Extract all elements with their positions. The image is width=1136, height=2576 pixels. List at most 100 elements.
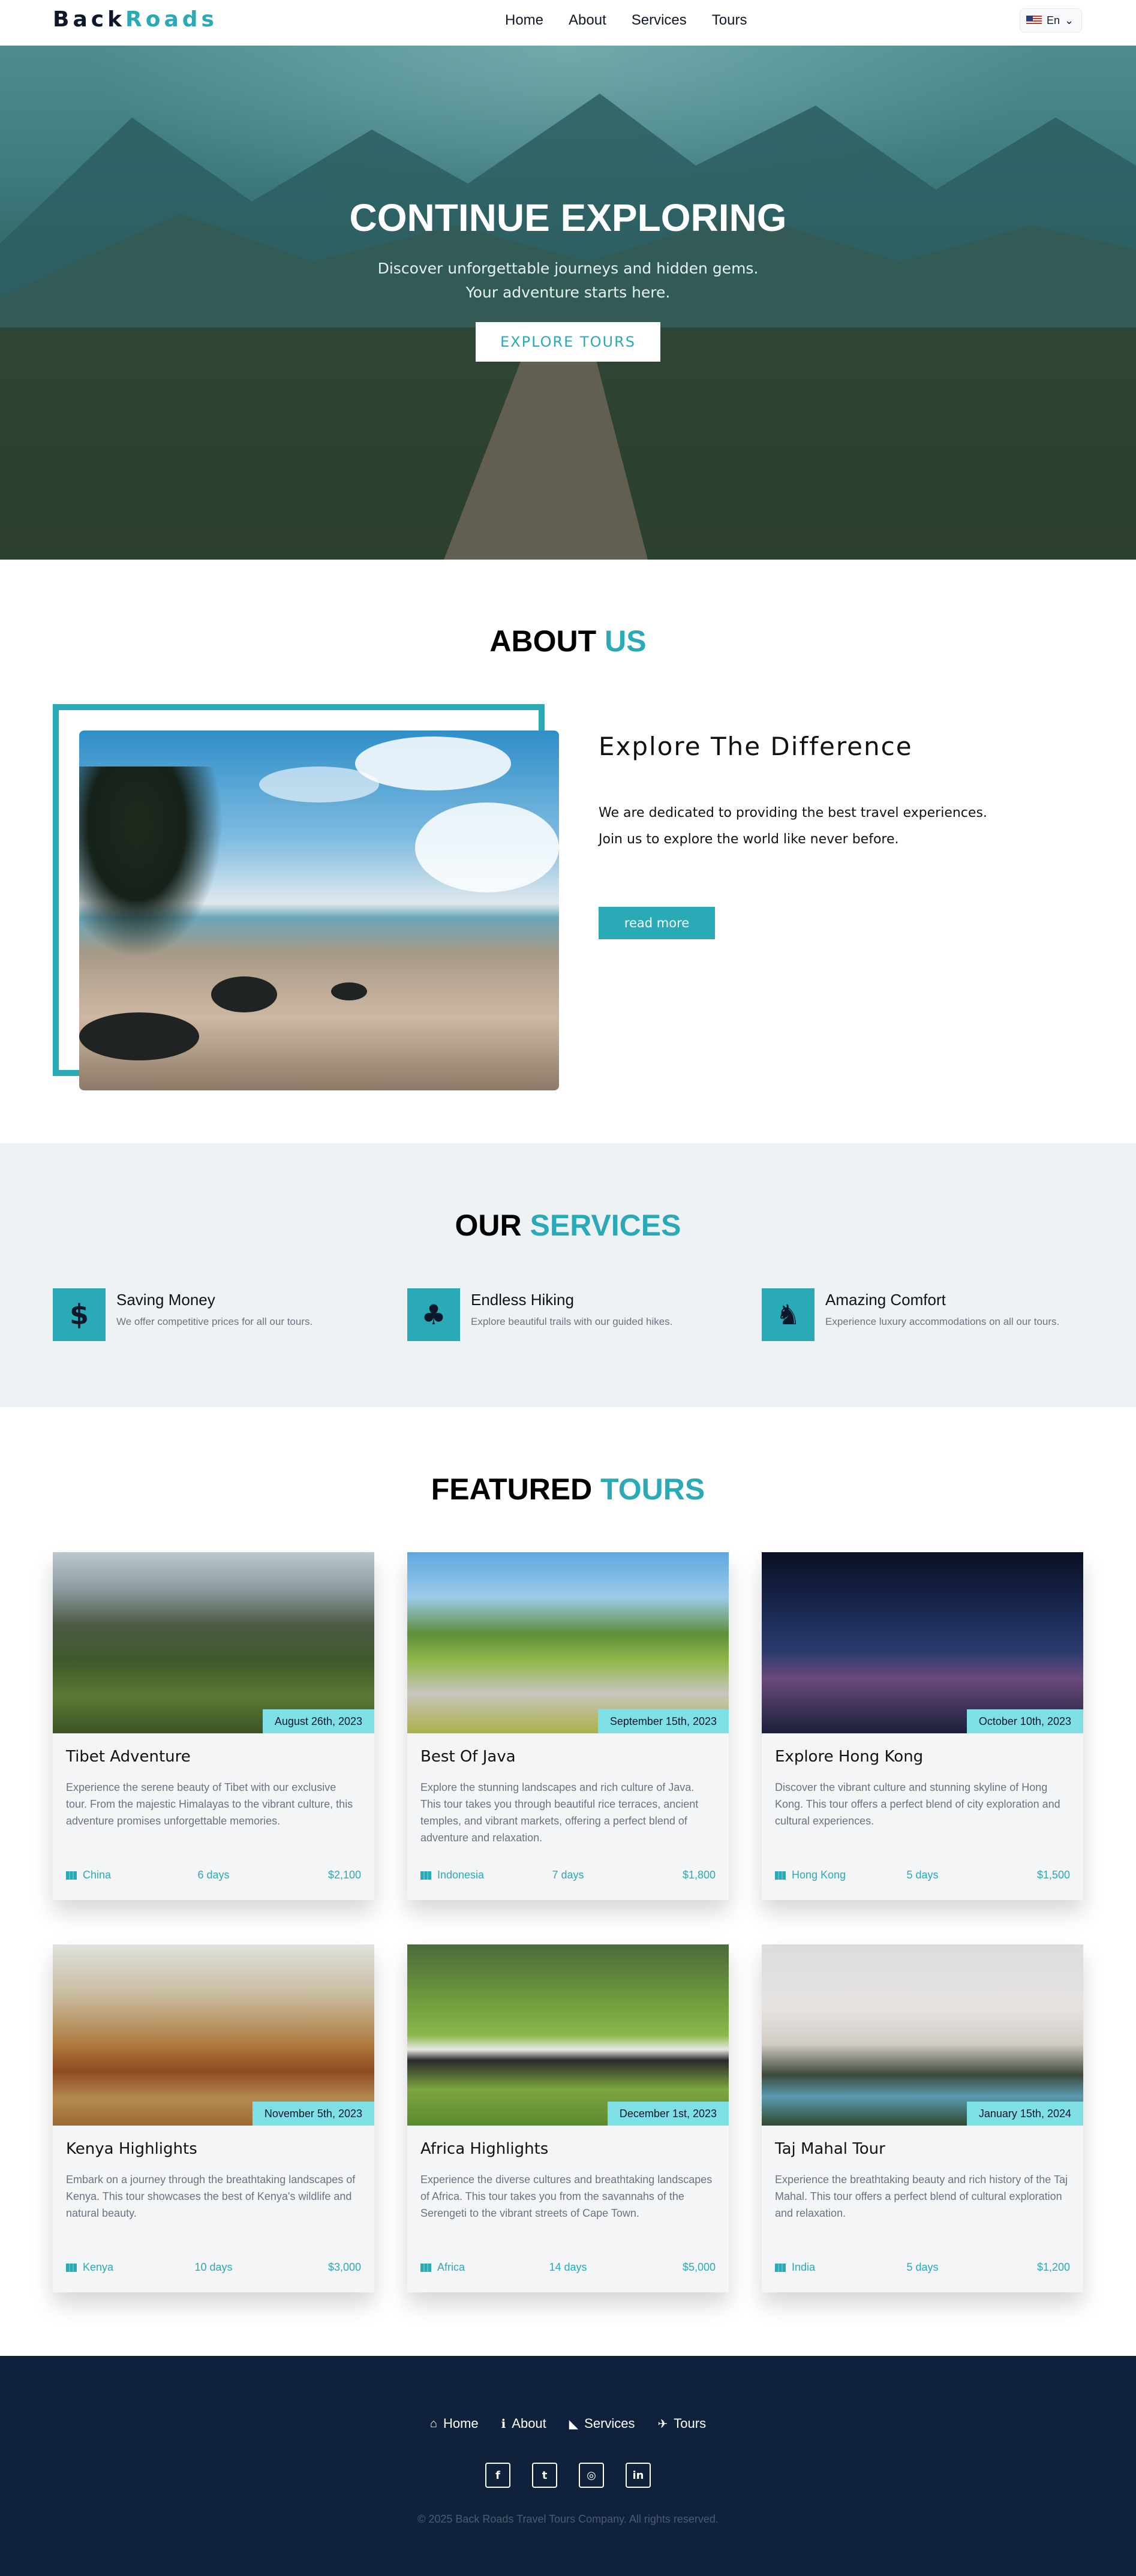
about-text-line-2: Join us to explore the world like never … <box>599 832 899 847</box>
nav-link-about[interactable]: About <box>569 12 606 29</box>
tour-title: Kenya Highlights <box>66 2140 197 2158</box>
service-text: Experience luxury accommodations on all … <box>825 1316 1060 1327</box>
hero-subtitle-line-2: Your adventure starts here. <box>465 284 671 301</box>
about-heading: Explore The Difference <box>599 732 913 761</box>
tour-description: Experience the serene beauty of Tibet wi… <box>66 1781 353 1827</box>
info-icon: ℹ <box>501 2417 506 2431</box>
tour-card[interactable]: January 15th, 2024 Taj Mahal Tour Experi… <box>762 1944 1083 2292</box>
footer-link-home[interactable]: ⌂ Home <box>430 2416 479 2431</box>
services-section <box>0 1143 1136 1407</box>
tour-card[interactable]: November 5th, 2023 Kenya Highlights Emba… <box>53 1944 374 2292</box>
us-flag-icon <box>1026 16 1042 25</box>
tour-description: Experience the breathtaking beauty and r… <box>775 2174 1068 2219</box>
nav-link-services[interactable]: Services <box>632 12 687 29</box>
tour-title: Explore Hong Kong <box>775 1748 924 1766</box>
tour-card[interactable]: October 10th, 2023 Explore Hong Kong Dis… <box>762 1552 1083 1900</box>
tour-date-badge: August 26th, 2023 <box>262 1709 374 1733</box>
service-item-amazing-comfort: ♞ Amazing Comfort Experience luxury acco… <box>762 1288 1098 1342</box>
tour-footer: Africa 14 days $5,000 <box>420 2261 716 2277</box>
twitter-icon[interactable]: t <box>532 2463 557 2488</box>
tour-duration: 14 days <box>549 2261 587 2273</box>
hero-subtitle-line-1: Discover unforgettable journeys and hidd… <box>377 260 759 277</box>
tour-footer: China 6 days $2,100 <box>66 1869 361 1884</box>
tour-description: Discover the vibrant culture and stunnin… <box>775 1781 1060 1827</box>
tour-card[interactable]: December 1st, 2023 Africa Highlights Exp… <box>407 1944 729 2292</box>
copyright-text: © 2025 Back Roads Travel Tours Company. … <box>417 2513 719 2525</box>
tours-title-part-2: TOURS <box>600 1472 705 1506</box>
tour-price: $1,500 <box>1036 1869 1070 1881</box>
tour-price: $3,000 <box>327 2261 361 2273</box>
footer-link-label: About <box>512 2416 546 2431</box>
cloud-shape <box>415 802 559 892</box>
tours-title-part-1: FEATURED <box>431 1472 593 1506</box>
explore-tours-button[interactable]: EXPLORE TOURS <box>476 322 660 362</box>
tour-description: Experience the diverse cultures and brea… <box>420 2174 713 2219</box>
rock-shape <box>79 1012 199 1060</box>
linkedin-icon[interactable]: in <box>626 2463 651 2488</box>
brand-logo[interactable]: BackRoads <box>53 7 218 32</box>
tour-footer: Indonesia 7 days $1,800 <box>420 1869 716 1884</box>
tour-title: Best Of Java <box>420 1748 516 1766</box>
tour-footer: India 5 days $1,200 <box>775 2261 1070 2277</box>
brand-part-1: Back <box>53 7 126 32</box>
services-title-part-1: OUR <box>455 1209 522 1242</box>
hiking-icon: ◣ <box>569 2417 579 2431</box>
language-label: En <box>1047 14 1060 26</box>
nav-link-tours[interactable]: Tours <box>712 12 747 29</box>
footer-links: ⌂ Home ℹ About ◣ Services ✈ Tours <box>0 2416 1136 2431</box>
rock-shape <box>331 982 367 1000</box>
service-title: Saving Money <box>116 1291 215 1309</box>
tour-price: $1,200 <box>1036 2261 1070 2273</box>
about-text: We are dedicated to providing the best t… <box>599 800 1030 853</box>
footer: ⌂ Home ℹ About ◣ Services ✈ Tours f t ◎ in ©… <box>0 2356 1136 2576</box>
tour-image-tibet <box>53 1552 374 1733</box>
about-beach-image <box>79 731 559 1090</box>
tour-duration: 7 days <box>552 1869 584 1881</box>
tour-date-badge: January 15th, 2024 <box>966 2102 1083 2126</box>
service-item-endless-hiking: ♣ Endless Hiking Explore beautiful trail… <box>407 1288 743 1342</box>
read-more-button[interactable]: read more <box>599 907 715 939</box>
rock-shape <box>211 976 277 1012</box>
hero-section: CONTINUE EXPLORING Discover unforgettabl… <box>0 46 1136 560</box>
tour-image-hong-kong <box>762 1552 1083 1733</box>
service-title: Amazing Comfort <box>825 1291 946 1309</box>
facebook-icon[interactable]: f <box>485 2463 510 2488</box>
nav-links: Home About Services Tours <box>505 12 772 29</box>
tour-card[interactable]: August 26th, 2023 Tibet Adventure Experi… <box>53 1552 374 1900</box>
tour-title: Tibet Adventure <box>66 1748 191 1766</box>
hero-title: CONTINUE EXPLORING <box>349 196 787 239</box>
about-title-part-1: ABOUT <box>489 624 597 658</box>
tree-icon: ♣ <box>407 1288 460 1341</box>
nav-link-home[interactable]: Home <box>505 12 543 29</box>
footer-link-services[interactable]: ◣ Services <box>569 2416 635 2431</box>
service-title: Endless Hiking <box>471 1291 574 1309</box>
tour-price: $2,100 <box>327 1869 361 1881</box>
language-selector[interactable]: En ⌄ <box>1020 8 1082 32</box>
footer-link-tours[interactable]: ✈ Tours <box>658 2416 707 2431</box>
tour-description: Embark on a journey through the breathta… <box>66 2174 356 2219</box>
services-title: OUR SERVICES <box>0 1208 1136 1243</box>
footer-link-label: Tours <box>674 2416 707 2431</box>
home-icon: ⌂ <box>429 2416 437 2430</box>
tour-date-badge: December 1st, 2023 <box>607 2102 729 2126</box>
tour-footer: Hong Kong 5 days $1,500 <box>775 1869 1070 1884</box>
tour-duration: 5 days <box>906 1869 939 1881</box>
footer-link-label: Home <box>443 2416 479 2431</box>
tour-price: $5,000 <box>682 2261 716 2273</box>
tour-title: Taj Mahal Tour <box>775 2140 885 2158</box>
tour-duration: 6 days <box>197 1869 230 1881</box>
tour-image-java <box>407 1552 729 1733</box>
tour-image-kenya <box>53 1944 374 2126</box>
footer-link-about[interactable]: ℹ About <box>501 2416 546 2431</box>
cloud-shape <box>259 767 379 802</box>
instagram-icon[interactable]: ◎ <box>579 2463 604 2488</box>
services-title-part-2: SERVICES <box>530 1209 681 1242</box>
plane-icon: ✈ <box>657 2417 668 2431</box>
brand-part-2: Roads <box>125 7 218 32</box>
tour-image-taj-mahal <box>762 1944 1083 2126</box>
service-item-saving-money: $ Saving Money We offer competitive pric… <box>53 1288 389 1342</box>
tour-image-africa <box>407 1944 729 2126</box>
tour-duration: 5 days <box>906 2261 939 2273</box>
tour-title: Africa Highlights <box>420 2140 549 2158</box>
tour-card[interactable]: September 15th, 2023 Best Of Java Explor… <box>407 1552 729 1900</box>
